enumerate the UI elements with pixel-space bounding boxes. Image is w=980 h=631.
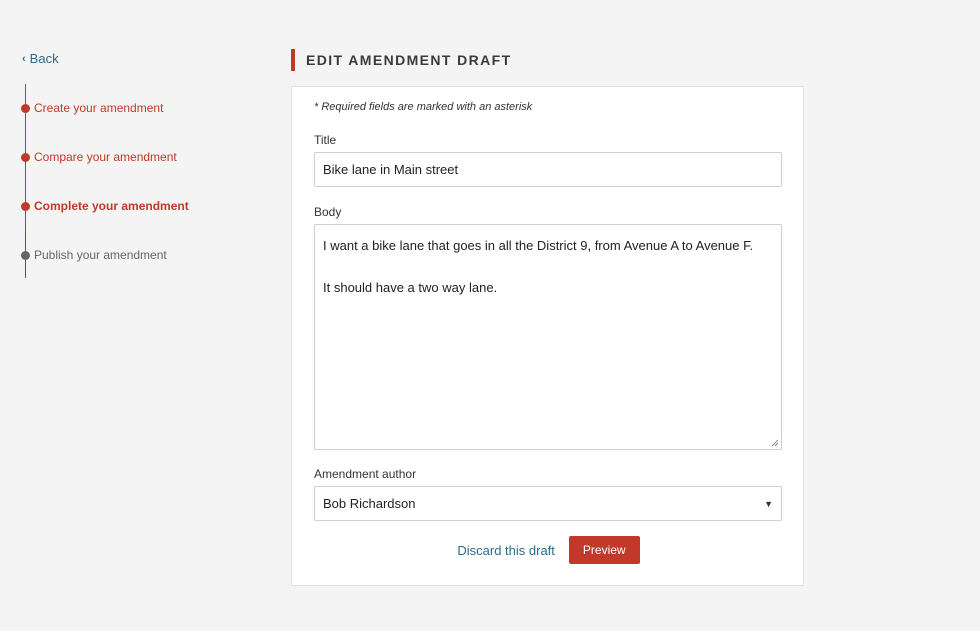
author-label: Amendment author bbox=[314, 467, 417, 481]
step-publish: Publish your amendment bbox=[21, 247, 167, 263]
step-compare[interactable]: Compare your amendment bbox=[21, 149, 177, 165]
step-label: Complete your amendment bbox=[34, 199, 189, 213]
form-actions: Discard this draft Preview bbox=[292, 535, 805, 565]
author-value: Bob Richardson bbox=[323, 496, 416, 511]
step-dot bbox=[21, 201, 30, 211]
step-label: Compare your amendment bbox=[34, 150, 177, 164]
chevron-left-icon: ‹ bbox=[22, 52, 26, 65]
progress-steps: Create your amendment Compare your amend… bbox=[21, 84, 261, 278]
step-dot bbox=[21, 103, 30, 113]
page-header: EDIT AMENDMENT DRAFT bbox=[291, 49, 512, 71]
resize-grip-icon[interactable] bbox=[771, 439, 779, 447]
caret-down-icon: ▼ bbox=[764, 498, 773, 509]
body-line: It should have a two way lane. bbox=[323, 280, 498, 295]
preview-button[interactable]: Preview bbox=[568, 536, 640, 564]
body-textarea[interactable]: I want a bike lane that goes in all the … bbox=[314, 224, 782, 450]
back-label: Back bbox=[29, 51, 59, 66]
step-complete: Complete your amendment bbox=[21, 198, 189, 214]
step-label: Publish your amendment bbox=[34, 248, 167, 262]
title-input[interactable]: Bike lane in Main street bbox=[314, 152, 782, 187]
step-label: Create your amendment bbox=[34, 101, 164, 115]
required-note: * Required fields are marked with an ast… bbox=[314, 101, 533, 113]
title-value: Bike lane in Main street bbox=[323, 162, 459, 177]
back-link[interactable]: ‹ Back bbox=[22, 51, 59, 66]
step-dot bbox=[21, 250, 30, 260]
discard-draft-link[interactable]: Discard this draft bbox=[457, 543, 555, 558]
title-accent-bar bbox=[291, 49, 295, 71]
title-label: Title bbox=[314, 133, 337, 147]
amendment-form-card: * Required fields are marked with an ast… bbox=[291, 86, 804, 586]
page-title: EDIT AMENDMENT DRAFT bbox=[306, 52, 512, 68]
step-dot bbox=[21, 152, 30, 162]
step-create[interactable]: Create your amendment bbox=[21, 100, 163, 116]
body-label: Body bbox=[314, 205, 342, 219]
author-select[interactable]: Bob Richardson ▼ bbox=[314, 486, 782, 521]
body-line: I want a bike lane that goes in all the … bbox=[323, 238, 754, 253]
